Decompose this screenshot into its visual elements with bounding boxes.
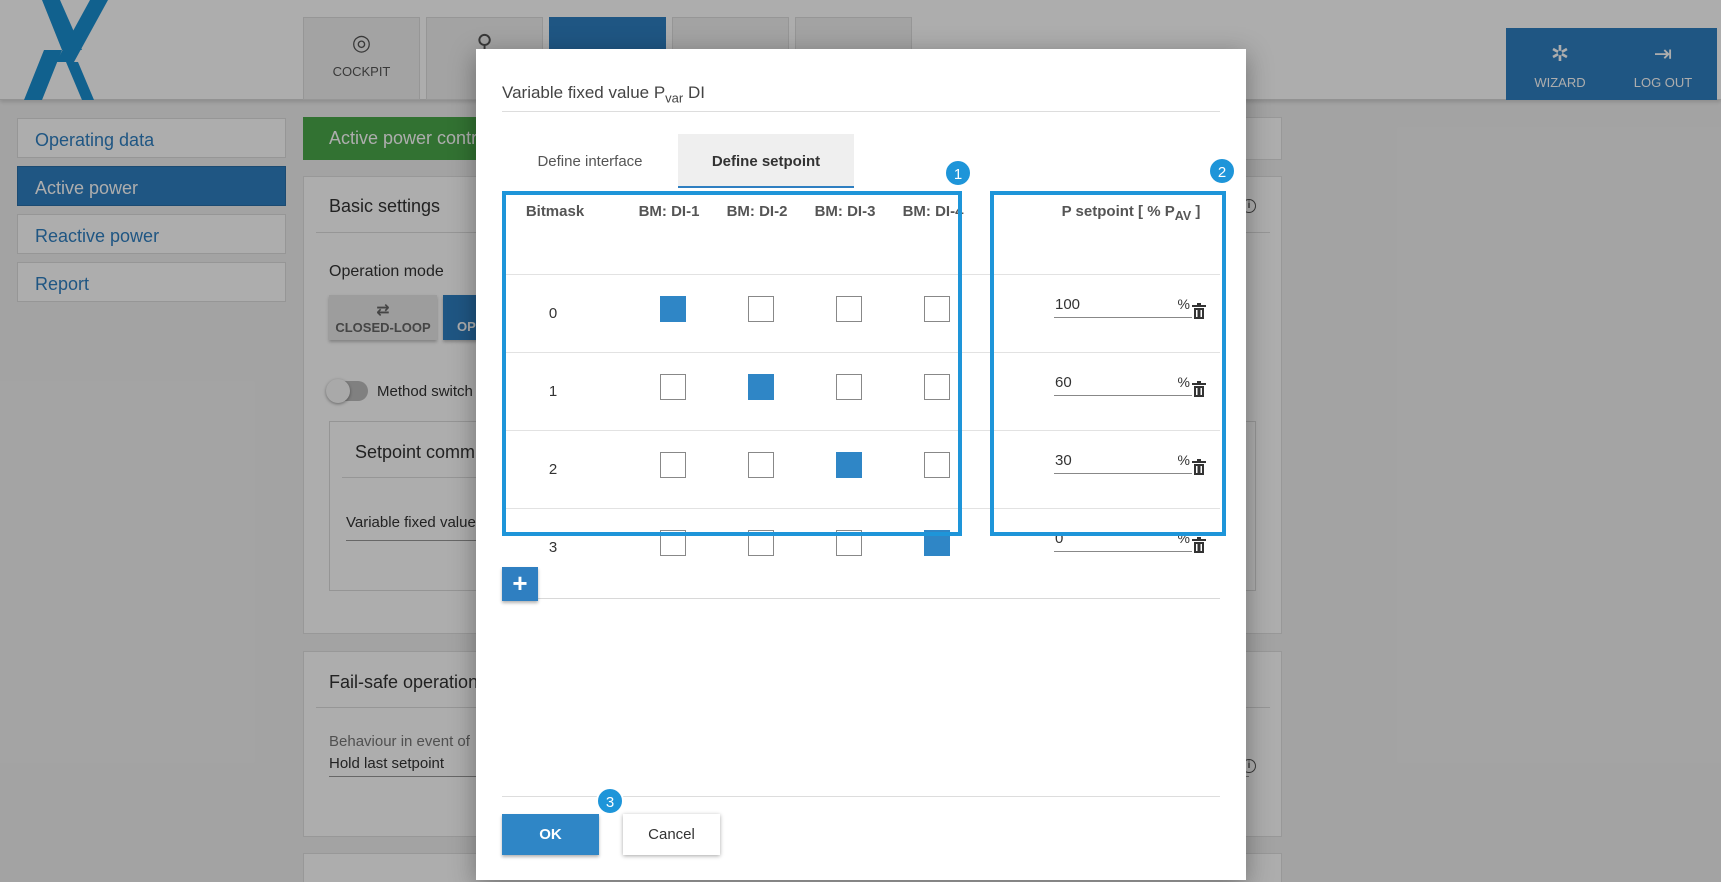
- callout-highlight-di-columns: [502, 191, 962, 536]
- tab-define-setpoint[interactable]: Define setpoint: [678, 134, 854, 188]
- callout-badge-3: 3: [596, 787, 624, 815]
- dialog-title-suffix: DI: [683, 83, 705, 102]
- tab-label: Define interface: [537, 153, 643, 170]
- title-divider: [502, 111, 1220, 112]
- bitmask-value: 3: [548, 539, 558, 556]
- cancel-button[interactable]: Cancel: [623, 814, 720, 855]
- tab-define-interface[interactable]: Define interface: [502, 134, 678, 188]
- table-bottom-divider: [502, 598, 1220, 599]
- tab-label: Define setpoint: [711, 153, 821, 170]
- callout-highlight-setpoint-column: [990, 191, 1226, 536]
- trash-icon[interactable]: [1192, 537, 1206, 553]
- dialog-title-text: Variable fixed value P: [502, 83, 666, 102]
- add-row-button[interactable]: +: [502, 567, 538, 601]
- dialog-title-subscript: var: [665, 90, 684, 106]
- callout-badge-1: 1: [944, 159, 972, 187]
- setpoint-dialog: Variable fixed value Pvar DI Define inte…: [476, 49, 1246, 880]
- ok-button[interactable]: OK: [502, 814, 599, 855]
- dialog-title: Variable fixed value Pvar DI: [502, 83, 705, 105]
- callout-badge-2: 2: [1208, 157, 1236, 185]
